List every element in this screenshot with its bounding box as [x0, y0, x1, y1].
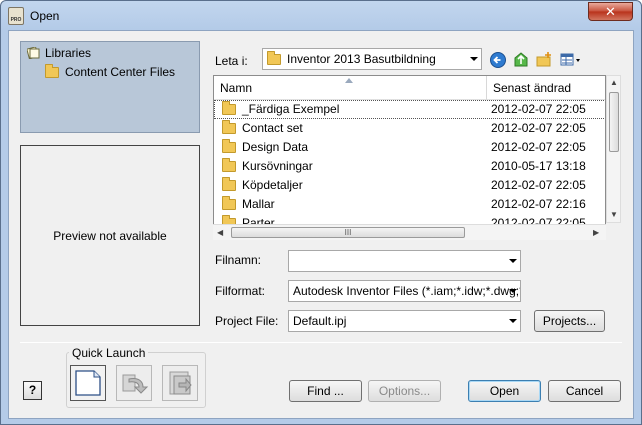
folder-icon [222, 120, 236, 134]
scroll-down-arrow-icon[interactable]: ▼ [610, 210, 618, 219]
file-name: Mallar [242, 197, 275, 211]
open-button[interactable]: Open [468, 380, 541, 402]
new-file-button[interactable] [70, 365, 106, 401]
list-item[interactable]: Kursövningar 2010-05-17 13:18 [214, 157, 605, 176]
list-item[interactable]: _Färdiga Exempel 2012-02-07 22:05 [214, 100, 605, 119]
find-button[interactable]: Find ... [289, 380, 362, 402]
list-item[interactable]: Design Data 2012-02-07 22:05 [214, 138, 605, 157]
options-button[interactable]: Options... [368, 380, 441, 402]
libraries-label: Libraries [45, 46, 92, 60]
chevron-down-icon [509, 259, 517, 263]
window-title: Open [30, 9, 60, 23]
file-name: Kursövningar [242, 159, 313, 173]
scroll-left-arrow-icon[interactable]: ◀ [217, 228, 223, 237]
title-bar: PRO Open ✕ [1, 1, 641, 31]
file-date: 2010-05-17 13:18 [491, 159, 586, 173]
preview-text: Preview not available [53, 228, 167, 243]
sort-ascending-icon [345, 78, 353, 83]
folder-icon [267, 51, 281, 65]
look-in-value: Inventor 2013 Basutbildning [287, 52, 436, 66]
content-center-files-label: Content Center Files [65, 65, 176, 79]
new-folder-icon[interactable] [535, 51, 553, 69]
list-item[interactable]: Mallar 2012-02-07 22:16 [214, 195, 605, 214]
libraries-panel: Libraries Content Center Files [20, 41, 200, 133]
libraries-tree-item[interactable]: Libraries [27, 44, 91, 62]
project-file-value: Default.ipj [293, 314, 347, 328]
inventor-pro-icon: PRO [8, 7, 24, 25]
vertical-scrollbar[interactable]: ▲ ▼ [606, 75, 621, 223]
file-date: 2012-02-07 22:05 [491, 140, 586, 154]
folder-icon [45, 64, 59, 78]
content-center-files-item[interactable]: Content Center Files [45, 63, 175, 81]
scroll-right-arrow-icon[interactable]: ▶ [593, 228, 599, 237]
horizontal-scroll-thumb[interactable]: III [231, 227, 465, 238]
look-in-label: Leta i: [215, 54, 248, 68]
file-date: 2012-02-07 22:05 [491, 102, 586, 116]
project-file-label: Project File: [215, 314, 279, 328]
back-icon[interactable] [489, 51, 507, 69]
close-button[interactable]: ✕ [588, 2, 633, 21]
folder-icon [222, 101, 236, 115]
view-menu-icon[interactable] [560, 51, 582, 69]
vertical-scroll-thumb[interactable] [609, 92, 619, 152]
file-name: Design Data [242, 140, 309, 154]
filename-input[interactable] [288, 250, 521, 272]
file-date: 2012-02-07 22:05 [491, 178, 586, 192]
projects-button[interactable]: Projects... [534, 310, 605, 332]
chevron-down-icon [470, 57, 478, 61]
project-file-dropdown[interactable]: Default.ipj [288, 310, 521, 332]
up-folder-icon[interactable] [512, 51, 530, 69]
list-item[interactable]: Contact set 2012-02-07 22:05 [214, 119, 605, 138]
file-date: 2012-02-07 22:05 [491, 121, 586, 135]
filename-label: Filnamn: [215, 253, 262, 267]
folder-icon [222, 158, 236, 172]
open-recent-icon [116, 365, 152, 401]
file-date: 2012-02-07 22:16 [491, 197, 586, 211]
folder-icon [222, 177, 236, 191]
horizontal-scrollbar[interactable]: ◀ III ▶ [213, 224, 606, 240]
fileformat-label: Filformat: [215, 284, 266, 298]
folder-icon [222, 139, 236, 153]
help-button[interactable]: ? [23, 381, 42, 400]
list-item[interactable]: Köpdetaljer 2012-02-07 22:05 [214, 176, 605, 195]
preview-pane: Preview not available [20, 145, 200, 326]
file-name: _Färdiga Exempel [242, 102, 340, 116]
quick-launch-title: Quick Launch [69, 346, 149, 360]
cancel-button[interactable]: Cancel [548, 380, 621, 402]
dialog-body: Libraries Content Center Files Preview n… [8, 30, 634, 419]
fileformat-value: Autodesk Inventor Files (*.iam;*.idw;*.d… [293, 284, 521, 298]
fileformat-dropdown[interactable]: Autodesk Inventor Files (*.iam;*.idw;*.d… [288, 280, 521, 302]
look-in-dropdown[interactable]: Inventor 2013 Basutbildning [262, 48, 482, 70]
folder-icon [222, 196, 236, 210]
file-name: Contact set [242, 121, 303, 135]
scroll-up-arrow-icon[interactable]: ▲ [610, 78, 618, 87]
divider [20, 342, 622, 343]
file-name: Köpdetaljer [242, 178, 303, 192]
chevron-down-icon [509, 319, 517, 323]
open-sample-icon [162, 365, 198, 401]
open-dialog: PRO Open ✕ Libraries Content Center File… [0, 0, 642, 425]
column-header-modified[interactable]: Senast ändrad [487, 76, 605, 100]
libraries-icon [27, 47, 40, 59]
file-list: Namn Senast ändrad _Färdiga Exempel 2012… [213, 75, 606, 240]
chevron-down-icon [509, 289, 517, 293]
